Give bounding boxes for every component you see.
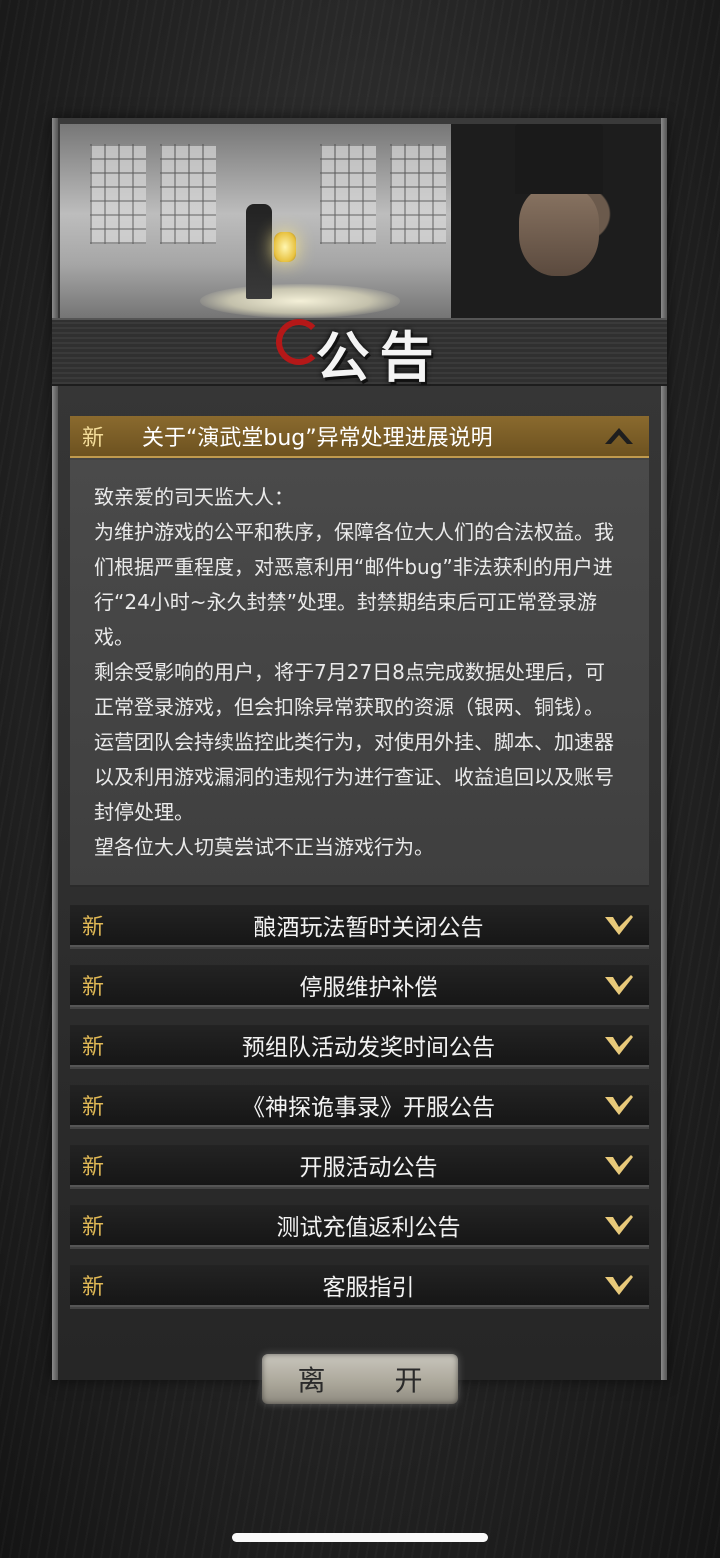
character-portrait — [451, 124, 661, 324]
new-badge: 新 — [82, 975, 105, 1000]
panel-frame — [52, 118, 58, 1380]
lattice-window — [90, 144, 146, 244]
new-badge: 新 — [82, 426, 105, 451]
content-paragraph: 剩余受影响的用户，将于7月27日8点完成数据处理后，可正常登录游戏，但会扣除异常… — [94, 660, 605, 719]
chevron-down-icon[interactable] — [603, 1273, 635, 1297]
content-paragraph: 运营团队会持续监控此类行为，对使用外挂、脚本、加速器以及利用游戏漏洞的违规行为进… — [94, 730, 614, 824]
lattice-window — [160, 144, 216, 244]
announcement-header[interactable]: 新 酿酒玩法暂时关闭公告 — [70, 905, 649, 947]
announcement-title: 停服维护补偿 — [299, 975, 438, 1001]
chevron-down-icon[interactable] — [603, 1033, 635, 1057]
chevron-down-icon[interactable] — [603, 1153, 635, 1177]
announcement-header[interactable]: 新 《神探诡事录》开服公告 — [70, 1085, 649, 1127]
chevron-down-icon[interactable] — [603, 973, 635, 997]
announcement-content: 致亲爱的司天监大人： 为维护游戏的公平和秩序，保障各位大人们的合法权益。我们根据严… — [70, 458, 649, 887]
leave-button[interactable]: 离 开 — [262, 1354, 458, 1404]
chevron-up-icon[interactable] — [603, 424, 635, 448]
announcement-header[interactable]: 新 测试充值返利公告 — [70, 1205, 649, 1247]
content-paragraph: 望各位大人切莫尝试不正当游戏行为。 — [94, 835, 434, 859]
announcement-title: 《神探诡事录》开服公告 — [242, 1095, 495, 1121]
announcement-title: 测试充值返利公告 — [276, 1215, 461, 1241]
chevron-down-icon[interactable] — [603, 913, 635, 937]
panel-frame — [661, 118, 667, 1380]
lantern — [274, 232, 296, 262]
lattice-window — [390, 144, 446, 244]
banner-artwork — [60, 124, 661, 324]
new-badge: 新 — [82, 915, 105, 940]
announcement-title: 开服活动公告 — [299, 1155, 438, 1181]
character-hat — [515, 124, 603, 194]
announcement-panel: 公告 新 关于“演武堂bug”异常处理进展说明致亲爱的司天监大人： 为维护游戏的公平… — [52, 118, 667, 1380]
new-badge: 新 — [82, 1035, 105, 1060]
announcement-title: 客服指引 — [322, 1275, 415, 1301]
announcement-title: 预组队活动发奖时间公告 — [242, 1035, 495, 1061]
chevron-down-icon[interactable] — [603, 1093, 635, 1117]
announcement-header[interactable]: 新 客服指引 — [70, 1265, 649, 1307]
content-paragraph: 致亲爱的司天监大人： — [94, 485, 294, 509]
announcement-header[interactable]: 新 预组队活动发奖时间公告 — [70, 1025, 649, 1067]
content-paragraph: 为维护游戏的公平和秩序，保障各位大人们的合法权益。我们根据严重程度，对恶意利用“… — [94, 520, 614, 649]
announcement-header[interactable]: 新 开服活动公告 — [70, 1145, 649, 1187]
title-bar: 公告 — [52, 318, 667, 389]
new-badge: 新 — [82, 1215, 105, 1240]
announcement-title: 关于“演武堂bug”异常处理进展说明 — [142, 426, 493, 451]
announcement-header[interactable]: 新 停服维护补偿 — [70, 965, 649, 1007]
announcement-list[interactable]: 新 关于“演武堂bug”异常处理进展说明致亲爱的司天监大人： 为维护游戏的公平和秩序… — [70, 416, 649, 1312]
new-badge: 新 — [82, 1275, 105, 1300]
chevron-down-icon[interactable] — [603, 1213, 635, 1237]
character-face — [519, 186, 599, 276]
silhouette-figure — [246, 204, 272, 299]
page-title: 公告 — [315, 324, 444, 389]
new-badge: 新 — [82, 1095, 105, 1120]
home-indicator[interactable] — [232, 1533, 488, 1542]
announcement-title: 酿酒玩法暂时关闭公告 — [253, 915, 484, 941]
lattice-window — [320, 144, 376, 244]
announcement-header[interactable]: 新 关于“演武堂bug”异常处理进展说明 — [70, 416, 649, 458]
new-badge: 新 — [82, 1155, 105, 1180]
